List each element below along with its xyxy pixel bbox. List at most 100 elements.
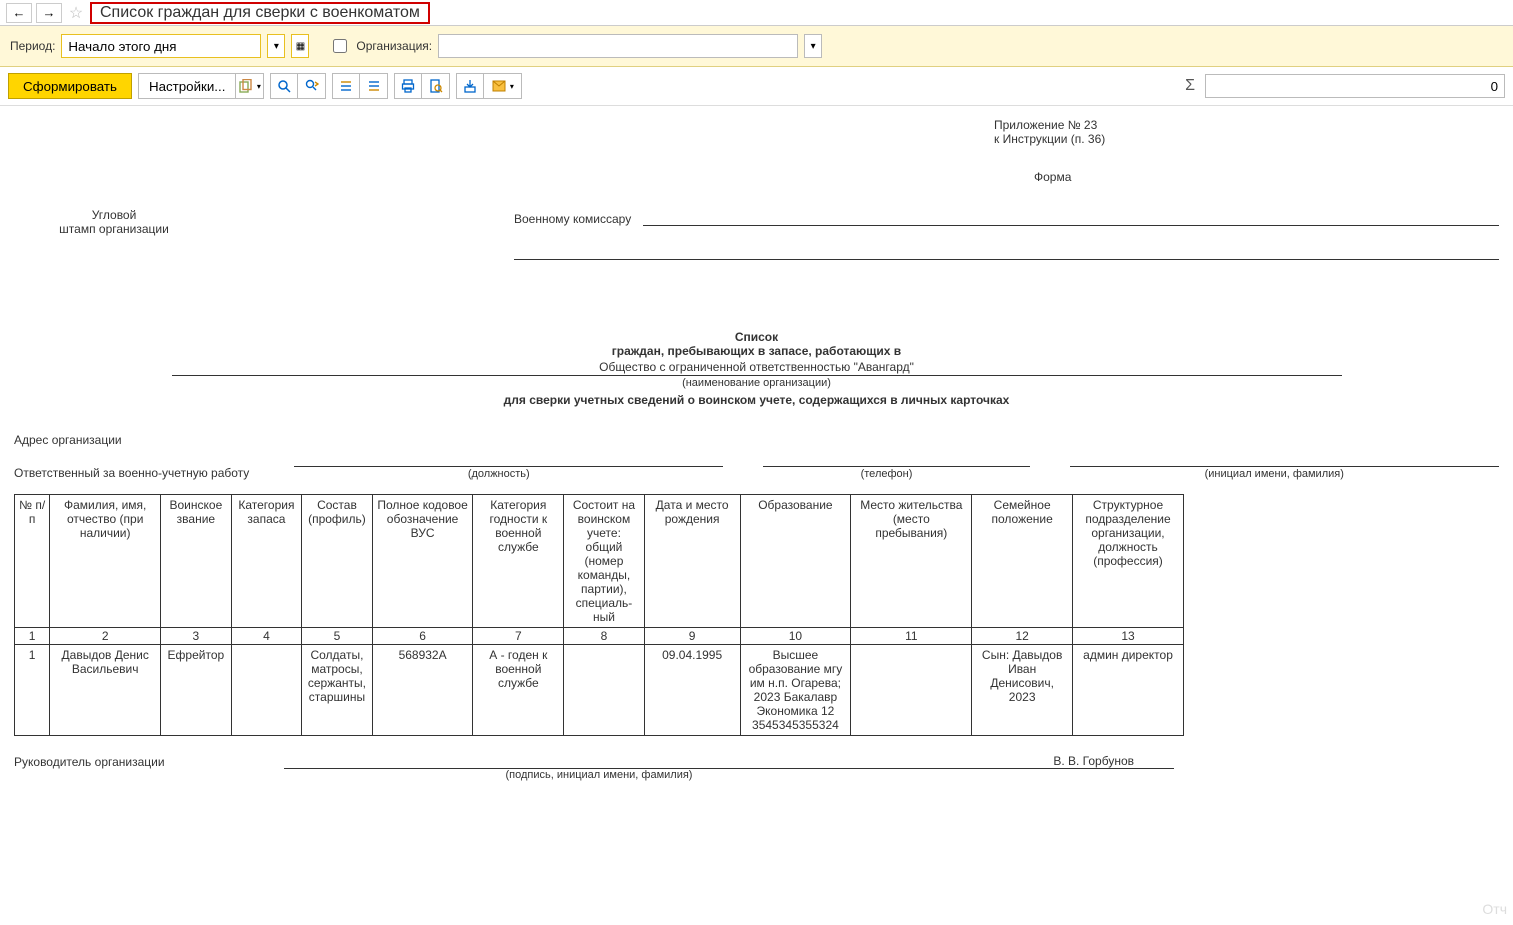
collapse-groups-button[interactable] (360, 73, 388, 99)
page-title: Список граждан для сверки с военкоматом (90, 2, 430, 24)
organization-input[interactable] (438, 34, 798, 58)
nav-back-button[interactable]: ← (6, 3, 32, 23)
heading-orgname: Общество с ограниченной ответственностью… (172, 360, 1342, 376)
col-fitness: Категория годности к военной службе (473, 495, 564, 628)
chevron-down-icon: ▾ (811, 41, 816, 52)
heading-line3: для сверки учетных сведений о воинском у… (504, 393, 1010, 407)
settings-label: Настройки... (149, 79, 225, 94)
position-caption: (должность) (274, 468, 723, 480)
phone-caption: (телефон) (743, 468, 1029, 480)
col-registered: Состоит на воинском учете: общий (номер … (564, 495, 645, 628)
page-title-text: Список граждан для сверки с военкоматом (100, 4, 420, 22)
footer-head-name: В. В. Горбунов (1053, 754, 1134, 768)
numcell: 9 (644, 628, 740, 645)
favorite-star-icon[interactable]: ☆ (66, 3, 86, 23)
generate-label: Сформировать (23, 79, 117, 94)
report-body: Приложение № 23 к Инструкции (п. 36) Фор… (0, 106, 1513, 821)
ghost-text: Отч (1482, 901, 1507, 917)
numcell: 4 (231, 628, 302, 645)
name-line (1070, 449, 1499, 467)
stamp-block: Угловой штамп организации (14, 208, 214, 260)
cell-education: Высшее образование мгу им н.п. Огарева; … (740, 645, 851, 736)
cell-num: 1 (15, 645, 50, 736)
cell-rank: Ефрейтор (161, 645, 232, 736)
name-caption: (инициал имени, фамилия) (1050, 468, 1499, 480)
table-header-row: № п/п Фамилия, имя, отчество (при наличи… (15, 495, 1184, 628)
mail-icon (492, 80, 506, 92)
sum-output[interactable] (1205, 74, 1505, 98)
numcell: 1 (15, 628, 50, 645)
stamp-line2: штамп организации (14, 222, 214, 236)
generate-button[interactable]: Сформировать (8, 73, 132, 99)
col-reserve: Категория запаса (231, 495, 302, 628)
period-dropdown-button[interactable]: ▾ (267, 34, 285, 58)
cell-profile: Солдаты, матросы, сержанты, старшины (302, 645, 373, 736)
organization-label: Организация: (356, 39, 432, 53)
position-line (294, 449, 723, 467)
col-residence: Место жительства (место пребывания) (851, 495, 972, 628)
cell-residence (851, 645, 972, 736)
numcell: 8 (564, 628, 645, 645)
phone-line (763, 449, 1029, 467)
cell-registered (564, 645, 645, 736)
responsible-label: Ответственный за военно-учетную работу (14, 466, 274, 480)
cell-fio: Давыдов Денис Васильевич (50, 645, 161, 736)
footer-signature-line: В. В. Горбунов (284, 754, 1174, 769)
chevron-down-icon: ▾ (274, 41, 279, 52)
cell-family: Сын: Давыдов Иван Денисович, 2023 (972, 645, 1073, 736)
numcell: 12 (972, 628, 1073, 645)
organization-checkbox[interactable] (333, 39, 347, 53)
cell-fitness: А - годен к военной службе (473, 645, 564, 736)
search-arrow-icon (305, 79, 319, 93)
col-num: № п/п (15, 495, 50, 628)
settings-variants-button[interactable]: ▾ (236, 73, 264, 99)
period-label: Период: (10, 39, 55, 53)
appendix-line1: Приложение № 23 (994, 118, 1499, 132)
filter-bar: Период: ▾ ▦ Организация: ▾ (0, 26, 1513, 67)
numcell: 11 (851, 628, 972, 645)
col-rank: Воинское звание (161, 495, 232, 628)
arrow-right-icon: → (43, 5, 56, 20)
settings-button[interactable]: Настройки... (138, 73, 236, 99)
col-birth: Дата и место рождения (644, 495, 740, 628)
commissar-line2 (514, 242, 1499, 260)
collapse-icon (367, 79, 381, 93)
print-preview-button[interactable] (422, 73, 450, 99)
numcell: 13 (1073, 628, 1184, 645)
data-table: № п/п Фамилия, имя, отчество (при наличи… (14, 494, 1184, 736)
organization-dropdown-button[interactable]: ▾ (804, 34, 822, 58)
cell-vus: 568932А (372, 645, 473, 736)
period-calendar-button[interactable]: ▦ (291, 34, 309, 58)
nav-forward-button[interactable]: → (36, 3, 62, 23)
table-number-row: 1 2 3 4 5 6 7 8 9 10 11 12 13 (15, 628, 1184, 645)
numcell: 3 (161, 628, 232, 645)
commissar-label: Военному комиссару (514, 212, 631, 226)
heading-line1: Список (735, 330, 778, 344)
expand-groups-button[interactable] (332, 73, 360, 99)
save-icon (463, 79, 477, 93)
col-family: Семейное положение (972, 495, 1073, 628)
numcell: 6 (372, 628, 473, 645)
footer-caption: (подпись, инициал имени, фамилия) (14, 769, 1184, 781)
heading-orgcaption: (наименование организации) (14, 377, 1499, 389)
print-button[interactable] (394, 73, 422, 99)
send-button[interactable]: ▾ (484, 73, 522, 99)
commissar-line1 (643, 208, 1499, 226)
chevron-down-icon: ▾ (257, 82, 261, 91)
col-position: Структурное подразделение организации, д… (1073, 495, 1184, 628)
document-search-icon (429, 79, 443, 93)
find-next-button[interactable] (298, 73, 326, 99)
stamp-line1: Угловой (14, 208, 214, 222)
arrow-left-icon: ← (13, 5, 26, 20)
expand-icon (339, 79, 353, 93)
address-label: Адрес организации (14, 433, 1499, 447)
heading-line2: граждан, пребывающих в запасе, работающи… (612, 344, 901, 358)
period-input[interactable] (61, 34, 261, 58)
printer-icon (401, 79, 415, 93)
heading-block: Список граждан, пребывающих в запасе, ра… (14, 330, 1499, 407)
chevron-down-icon: ▾ (510, 82, 514, 91)
calendar-icon: ▦ (296, 41, 305, 52)
footer-head-label: Руководитель организации (14, 755, 274, 769)
save-button[interactable] (456, 73, 484, 99)
find-button[interactable] (270, 73, 298, 99)
